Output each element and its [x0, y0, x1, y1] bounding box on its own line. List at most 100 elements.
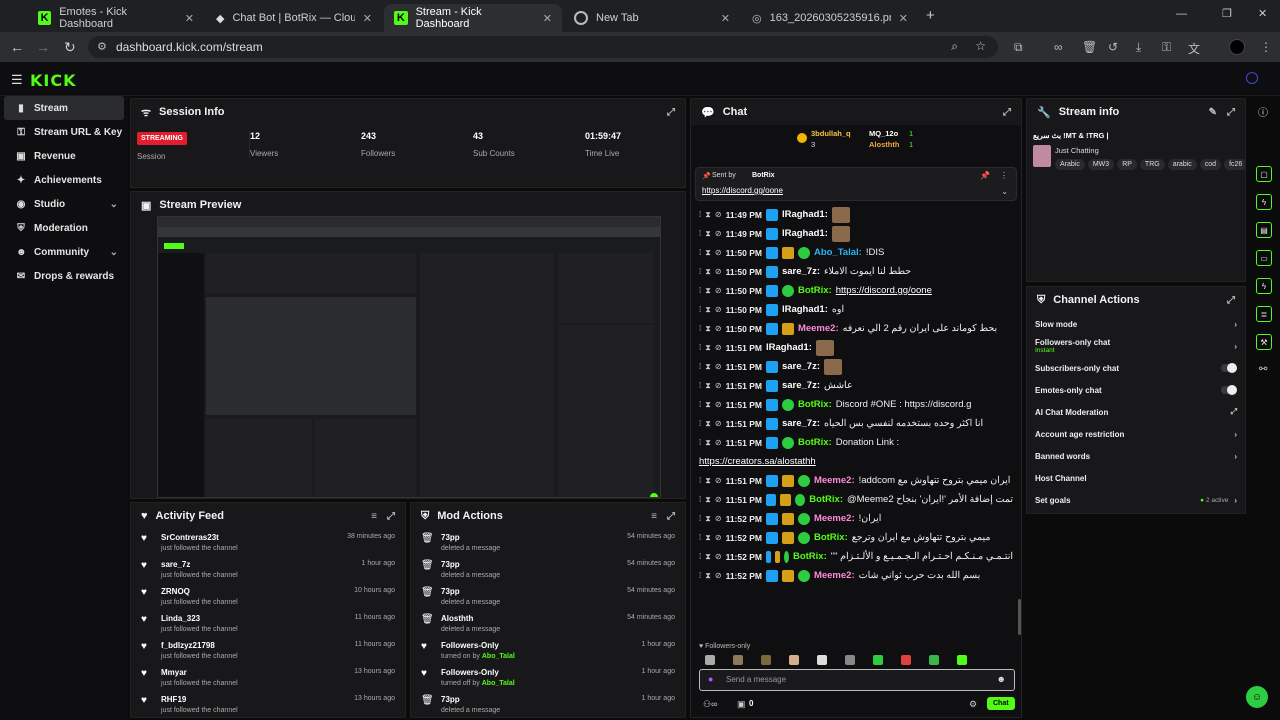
timeout-icon[interactable]: ⧗ [705, 324, 711, 334]
browser-tab-image[interactable]: ◎ 163_20260305235916.png (500 ✕ [742, 4, 918, 32]
chat-input[interactable]: ● Send a message ☻ [699, 669, 1015, 691]
ban-icon[interactable]: ⊘ [715, 324, 722, 333]
ban-icon[interactable]: ⊘ [715, 343, 722, 352]
ban-icon[interactable]: ⊘ [715, 552, 722, 561]
mic-icon[interactable]: ● [708, 674, 713, 684]
chat-message[interactable]: ⁞ ⧗ ⊘ 11:52 PM Meeme2: !ايران [691, 509, 1013, 528]
new-tab-icon[interactable]: + [926, 7, 935, 24]
activity-user[interactable]: SrContreras23t [161, 533, 238, 542]
bookmark-star-icon[interactable]: ☆ [975, 39, 986, 53]
stream-tag[interactable]: arabic [1167, 159, 1197, 170]
emote-icon[interactable] [761, 655, 771, 665]
message-username[interactable]: BotRix: [798, 399, 832, 410]
chat-message[interactable]: ⁞ ⧗ ⊘ 11:52 PM BotRix: "" انتـمـي مـنـكـم احـ… [691, 547, 1013, 566]
pin-icon[interactable]: ⁞ [699, 305, 701, 314]
timeout-icon[interactable]: ⧗ [705, 362, 711, 372]
chat-send-button[interactable]: Chat [987, 697, 1015, 710]
emote-icon[interactable] [705, 655, 715, 665]
chat-message[interactable]: ⁞ ⧗ ⊘ 11:51 PM sare_7z: انا اكثر وحده بستخدمه… [691, 414, 1013, 433]
stream-tag[interactable]: cod [1199, 159, 1222, 170]
download-icon[interactable]: ⤓ [1136, 40, 1141, 55]
ban-icon[interactable]: ⊘ [715, 438, 722, 447]
pin-icon[interactable]: ⁞ [699, 362, 701, 371]
stream-video-player[interactable] [157, 216, 661, 498]
mod-action-user[interactable]: Abo_Talal [482, 680, 515, 687]
timeout-icon[interactable]: ⧗ [705, 343, 711, 353]
emote-icon[interactable] [845, 655, 855, 665]
chat-message[interactable]: ⁞ ⧗ ⊘ 11:51 PM sare_7z: عاشش [691, 376, 1013, 395]
popout-icon[interactable]: ⤢ [1227, 295, 1235, 306]
popout-icon[interactable]: ⤢ [667, 107, 675, 118]
pin-icon[interactable]: ⁞ [699, 210, 701, 219]
chat-message[interactable]: ⁞ ⧗ ⊘ 11:51 PM BotRix: Discord #ONE : https:/… [691, 395, 1013, 414]
pin-icon[interactable]: ⁞ [699, 514, 701, 523]
emote-icon[interactable] [789, 655, 799, 665]
chat-message[interactable]: ⁞ ⧗ ⊘ 11:50 PM lRaghad1: اوه [691, 300, 1013, 319]
sidebar-item-stream-url[interactable]: ⚿ Stream URL & Key [4, 120, 124, 144]
kick-logo[interactable]: KICK [30, 71, 77, 90]
pinned-link[interactable]: https://discord.gg/oone [702, 186, 783, 195]
chat-message[interactable]: ⁞ ⧗ ⊘ 11:50 PM Meeme2: بحط كوماند على ايران ر… [691, 319, 1013, 338]
pin-icon[interactable]: ⁞ [699, 381, 701, 390]
ban-icon[interactable]: ⊘ [715, 400, 722, 409]
message-username[interactable]: Meeme2: [798, 323, 839, 334]
rail-wrench-icon[interactable]: ⚒ [1256, 334, 1272, 350]
chat-message[interactable]: ⁞ ⧗ ⊘ 11:50 PM sare_7z: حطط لنا ايموت الاملاء [691, 262, 1013, 281]
ban-icon[interactable]: ⊘ [715, 286, 722, 295]
pin-icon[interactable]: ⁞ [699, 400, 701, 409]
message-username[interactable]: lRaghad1: [782, 209, 828, 220]
translate-icon[interactable]: 文 [1188, 40, 1200, 57]
ban-icon[interactable]: ⊘ [715, 305, 722, 314]
pin-icon[interactable]: ⁞ [699, 419, 701, 428]
stream-tag[interactable]: RP [1117, 159, 1137, 170]
channel-action-item[interactable]: Account age restriction › [1027, 423, 1245, 445]
activity-user[interactable]: Mmyar [161, 668, 238, 677]
mod-action-target[interactable]: 73pp [441, 695, 500, 704]
chat-message[interactable]: ⁞ ⧗ ⊘ 11:49 PM lRaghad1: [691, 205, 1013, 224]
ban-icon[interactable]: ⊘ [715, 229, 722, 238]
ban-icon[interactable]: ⊘ [715, 571, 722, 580]
back-icon[interactable]: ← [10, 39, 24, 55]
hamburger-menu-icon[interactable]: ☰ [11, 72, 23, 88]
close-tab-icon[interactable]: ✕ [185, 12, 194, 25]
more-options-icon[interactable]: ⋮ [1000, 171, 1008, 180]
popout-icon[interactable]: ⤢ [667, 511, 675, 522]
trash-icon[interactable]: 🗑 [1082, 40, 1097, 54]
chat-message[interactable]: ⁞ ⧗ ⊘ 11:51 PM Meeme2: !addcom ايران ميمي بتر… [691, 471, 1013, 490]
gift-icon[interactable]: ▣ [737, 699, 746, 710]
message-username[interactable]: sare_7z: [782, 266, 820, 277]
message-username[interactable]: lRaghad1: [766, 342, 812, 353]
stream-tag[interactable]: Arabic [1055, 159, 1085, 170]
filter-icon[interactable]: ≡ [371, 511, 377, 522]
sidebar-item-community[interactable]: ☻ Community ⌄ [4, 240, 124, 264]
pin-icon[interactable]: ⁞ [699, 343, 701, 352]
chat-message[interactable]: https://creators.sa/alostathh [691, 452, 1013, 471]
channel-action-item[interactable]: AI Chat Moderation ⤢ [1027, 401, 1245, 423]
site-info-icon[interactable]: ⚙ [97, 40, 107, 53]
emote-icon[interactable] [817, 655, 827, 665]
chat-message[interactable]: ⁞ ⧗ ⊘ 11:51 PM BotRix: Donation Link : [691, 433, 1013, 452]
timeout-icon[interactable]: ⧗ [705, 210, 711, 220]
message-username[interactable]: sare_7z: [782, 361, 820, 372]
zoom-icon[interactable]: ⌕ [951, 39, 958, 54]
browser-tab-emotes[interactable]: K Emotes - Kick Dashboard ✕ [28, 4, 204, 32]
link-icon[interactable]: ⚇∞ [703, 699, 717, 710]
activity-user[interactable]: f_bdlzyz21798 [161, 641, 238, 650]
channel-action-item[interactable]: Subscribers-only chat [1027, 357, 1245, 379]
address-bar[interactable]: ⚙ dashboard.kick.com/stream ⌕ ☆ [88, 36, 998, 58]
timeout-icon[interactable]: ⧗ [705, 267, 711, 277]
sidebar-item-achievements[interactable]: ✦ Achievements [4, 168, 124, 192]
timeout-icon[interactable]: ⧗ [705, 552, 711, 562]
chat-scrollbar[interactable] [1018, 599, 1021, 635]
chevron-down-icon[interactable]: ⌄ [1001, 187, 1008, 196]
message-username[interactable]: sare_7z: [782, 380, 820, 391]
message-username[interactable]: sare_7z: [782, 418, 820, 429]
message-username[interactable]: BotRix: [809, 494, 843, 505]
profile-avatar[interactable] [1229, 39, 1245, 55]
help-chat-button[interactable]: ☺ [1246, 686, 1268, 708]
chat-message[interactable]: ⁞ ⧗ ⊘ 11:51 PM BotRix: @Meeme2 تمت إضافة الأم… [691, 490, 1013, 509]
chat-message[interactable]: ⁞ ⧗ ⊘ 11:52 PM BotRix: ميمي بتروح تتهاوش مع ا… [691, 528, 1013, 547]
timeout-icon[interactable]: ⧗ [705, 229, 711, 239]
popout-icon[interactable]: ⤢ [1003, 107, 1011, 118]
sidebar-item-stream[interactable]: ▮ Stream [4, 96, 124, 120]
